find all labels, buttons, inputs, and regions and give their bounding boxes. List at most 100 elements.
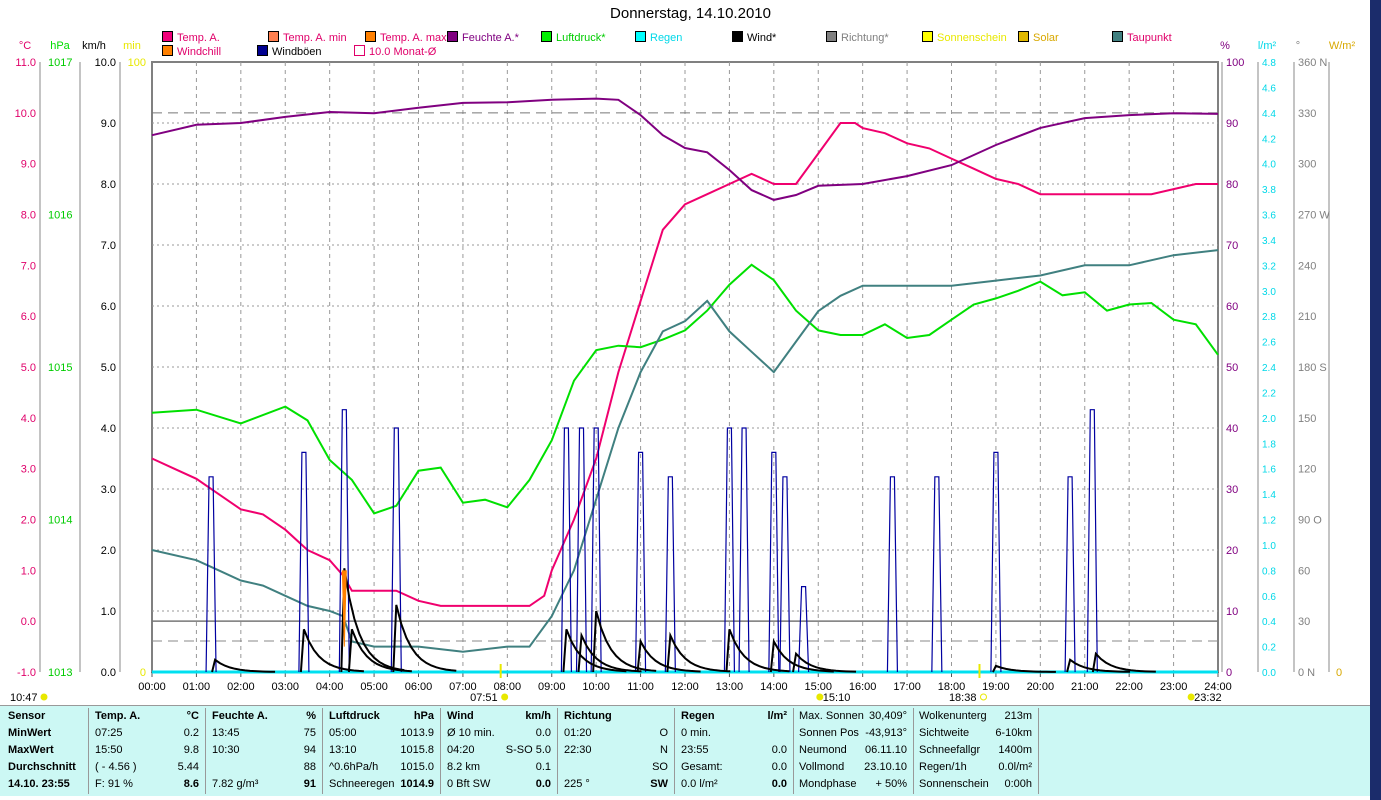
rain-tick-label: 0.0 [1262, 668, 1276, 679]
stats-value: % [306, 710, 316, 722]
stats-value: hPa [413, 710, 434, 722]
rain-tick-label: 2.8 [1262, 312, 1276, 323]
temp-tick-label: 6.0 [21, 311, 36, 323]
stats-label: 13:10 [329, 744, 357, 756]
stats-header: Richtung [557, 708, 674, 725]
astro-column-row: Neumond 06.11.10 [793, 742, 913, 759]
sun-tick-label: 100 [128, 57, 146, 69]
x-tick-label: 02:00 [227, 681, 255, 693]
stats-label: Luftdruck [329, 710, 380, 722]
humidity-tick-label: 100 [1226, 57, 1244, 69]
weather-chart: 00:00 01:00 02:00 03:00 04:00 05:00 06:00 07:00… [10, 40, 1355, 704]
stats-value: 213m [1004, 710, 1032, 722]
stats-column: Richtung 01:20 O 22:30 N SO 225 ° SW [557, 708, 675, 794]
x-tick-label: 04:00 [316, 681, 344, 693]
stats-value: 23.10.10 [864, 761, 907, 773]
sun-tick-label: 0 [140, 667, 146, 679]
stats-value: 1400m [998, 744, 1032, 756]
wind-tick-label: 0.0 [101, 667, 116, 679]
stats-value: SW [650, 778, 668, 790]
rain-tick-label: 3.6 [1262, 211, 1276, 222]
humidity-tick-label: 60 [1226, 301, 1238, 313]
stats-row: 0 Bft SW 0.0 [440, 776, 557, 793]
stats-label: 07:25 [95, 727, 123, 739]
rain-tick-label: 4.8 [1262, 58, 1276, 69]
direction-tick-label: 90 O [1298, 515, 1322, 527]
direction-tick-label: 30 [1298, 616, 1310, 628]
pressure-tick-label: 1017 [48, 57, 72, 69]
moon-time: 23:32 [1194, 692, 1222, 704]
window-edge [1370, 0, 1381, 800]
temp-tick-label: 0.0 [21, 616, 36, 628]
astro-column: Max. Sonnen 30,409° Sonnen Pos -43,913° Neum… [793, 708, 914, 794]
wind-tick-label: 10.0 [95, 57, 116, 69]
weather-column: Wolkenunterg 213m Sichtweite 6-10km Schneefa… [913, 708, 1039, 794]
stats-value: 0.0 [535, 727, 551, 739]
weather-column-row: Sichtweite 6-10km [913, 725, 1038, 742]
x-tick-label: 14:00 [760, 681, 788, 693]
rain-tick-label: 0.4 [1262, 617, 1276, 628]
rain-tick-label: 0.8 [1262, 566, 1276, 577]
rain-tick-label: 3.8 [1262, 185, 1276, 196]
pressure-tick-label: 1016 [48, 210, 72, 222]
stats-row: 13:45 75 [205, 725, 322, 742]
stats-label: ^0.6hPa/h [329, 761, 379, 773]
stats-label: Neumond [799, 744, 847, 756]
rain-tick-label: 3.2 [1262, 261, 1276, 272]
stats-label: 05:00 [329, 727, 357, 739]
rain-tick-label: 2.2 [1262, 388, 1276, 399]
weather-column-row: Schneefallgr 1400m [913, 742, 1038, 759]
stats-row: 10:30 94 [205, 742, 322, 759]
stats-row: ^0.6hPa/h 1015.0 [322, 759, 440, 776]
moon-time: 15:10 [823, 692, 851, 704]
rain-tick-label: 2.0 [1262, 414, 1276, 425]
temp-tick-label: 4.0 [21, 413, 36, 425]
axis-unit-humidity: % [1220, 40, 1230, 52]
humidity-tick-label: 70 [1226, 240, 1238, 252]
stats-row: 8.2 km 0.1 [440, 759, 557, 776]
wind-tick-label: 8.0 [101, 179, 116, 191]
wind-tick-label: 1.0 [101, 606, 116, 618]
stats-label: Temp. A. [95, 710, 141, 722]
stats-label: 13:45 [212, 727, 240, 739]
axis-unit-sun: min [123, 40, 141, 52]
stats-label: 225 ° [564, 778, 590, 790]
stats-header: Luftdruck hPa [322, 708, 440, 725]
stats-value: 30,409° [868, 710, 907, 722]
stats-value: 9.8 [183, 744, 199, 756]
humidity-tick-label: 50 [1226, 362, 1238, 374]
stats-header: Feuchte A.% [205, 708, 322, 725]
stats-value: S-SO 5.0 [505, 744, 551, 756]
direction-tick-label: 60 [1298, 565, 1310, 577]
stats-label: MaxWert [8, 744, 54, 756]
stats-row: 14.10. 23:55 [4, 776, 88, 793]
sunset-time: 18:38 [949, 692, 977, 704]
stats-value: 0.1 [535, 761, 551, 773]
direction-tick-label: 180 S [1298, 362, 1327, 374]
stats-label: F: 91 % [95, 778, 133, 790]
stats-row: 7.82 g/m³ 91 [205, 776, 322, 793]
moon-time: 10:47 [10, 692, 38, 704]
stats-panel: Sensor MinWert MaxWert Durchschnitt 14.10. 2… [0, 705, 1370, 796]
x-tick-label: 00:00 [138, 681, 166, 693]
stats-value: + 50% [875, 778, 908, 790]
stats-label: Feuchte A. [212, 710, 268, 722]
x-tick-label: 13:00 [716, 681, 744, 693]
stats-row: Durchschnitt [4, 759, 88, 776]
x-tick-label: 17:00 [893, 681, 921, 693]
x-tick-label: 20:00 [1027, 681, 1055, 693]
stats-row: 225 ° SW [557, 776, 674, 793]
humidity-tick-label: 10 [1226, 606, 1238, 618]
rain-tick-label: 4.2 [1262, 134, 1276, 145]
stats-label: Max. Sonnen [799, 710, 864, 722]
stats-column: Sensor MinWert MaxWert Durchschnitt 14.10. 2… [4, 708, 89, 794]
x-tick-label: 21:00 [1071, 681, 1099, 693]
temp-tick-label: 1.0 [21, 565, 36, 577]
rain-tick-label: 1.0 [1262, 541, 1276, 552]
stats-row: F: 91 % 8.6 [88, 776, 205, 793]
wind-tick-label: 5.0 [101, 362, 116, 374]
axis-unit-direction: ° [1296, 40, 1300, 52]
stats-header: Sensor [4, 708, 88, 725]
stats-row: ( - 4.56 ) 5.44 [88, 759, 205, 776]
temp-tick-label: 9.0 [21, 159, 36, 171]
